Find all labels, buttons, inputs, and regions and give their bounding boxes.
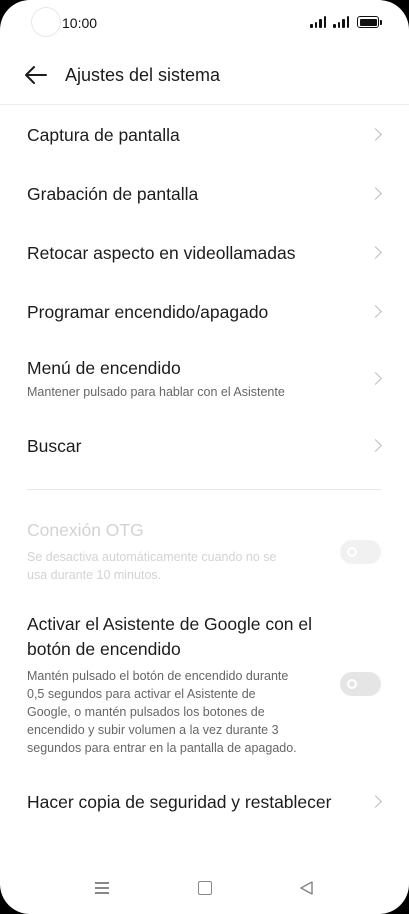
item-title: Hacer copia de seguridad y restablecer	[27, 792, 332, 812]
back-triangle-icon[interactable]	[299, 880, 315, 896]
phone-screen: 10:00 Ajustes del sistema Captura de pan…	[0, 0, 409, 914]
system-icons	[310, 14, 382, 30]
section-divider	[27, 489, 381, 490]
item-title: Grabación de pantalla	[27, 184, 199, 204]
otg-toggle[interactable]	[340, 540, 381, 564]
chevron-right-icon	[369, 128, 382, 141]
signal-icon	[333, 16, 349, 28]
settings-item-menu-encendido[interactable]: Menú de encendido Mantener pulsado para …	[0, 343, 409, 413]
settings-item-otg: Conexión OTG Se desactiva automáticament…	[0, 505, 409, 595]
item-title: Retocar aspecto en videollamadas	[27, 243, 296, 263]
item-subtitle-line: 0,5 segundos para activar el Asistente d…	[27, 687, 256, 701]
settings-item-grabacion[interactable]: Grabación de pantalla	[0, 164, 409, 223]
chevron-right-icon	[369, 246, 382, 259]
settings-item-copia-seguridad[interactable]: Hacer copia de seguridad y restablecer	[0, 770, 409, 832]
settings-item-captura[interactable]: Captura de pantalla	[0, 105, 409, 164]
page-title: Ajustes del sistema	[65, 65, 221, 85]
settings-item-asistente-google[interactable]: Activar el Asistente de Google con el bo…	[0, 600, 409, 765]
item-title: Captura de pantalla	[27, 125, 180, 145]
item-title: Buscar	[27, 436, 82, 456]
settings-item-buscar[interactable]: Buscar	[0, 413, 409, 475]
item-title: Menú de encendido	[27, 358, 181, 378]
navigation-bar	[0, 866, 409, 914]
status-bar: 10:00	[0, 0, 409, 46]
chevron-right-icon	[369, 187, 382, 200]
front-camera	[32, 8, 60, 36]
chevron-right-icon	[369, 439, 382, 452]
chevron-right-icon	[369, 795, 382, 808]
item-subtitle-line: Mantén pulsado el botón de encendido dur…	[27, 669, 289, 683]
settings-item-programar[interactable]: Programar encendido/apagado	[0, 282, 409, 341]
arrow-left-icon[interactable]	[24, 64, 48, 86]
item-subtitle-line: usa durante 10 minutos.	[27, 568, 162, 582]
status-time: 10:00	[62, 15, 98, 31]
battery-icon	[357, 16, 382, 28]
item-subtitle-line: Google, o mantén pulsados los botones de	[27, 705, 265, 719]
item-subtitle-line: Se desactiva automáticamente cuando no s…	[27, 550, 277, 564]
item-title: Conexión OTG	[27, 520, 144, 540]
app-header: Ajustes del sistema	[0, 46, 409, 105]
item-subtitle-line: encendido y subir volumen a la vez duran…	[27, 723, 279, 737]
item-title-line: Activar el Asistente de Google con el	[27, 614, 313, 634]
settings-item-retocar[interactable]: Retocar aspecto en videollamadas	[0, 223, 409, 282]
item-title-line: botón de encendido	[27, 639, 181, 659]
chevron-right-icon	[369, 372, 382, 385]
item-subtitle: Mantener pulsado para hablar con el Asis…	[27, 385, 285, 399]
signal-icon	[310, 16, 326, 28]
home-icon[interactable]	[198, 881, 212, 895]
item-subtitle-line: segundos para entrar en la pantalla de a…	[27, 741, 297, 755]
asistente-toggle[interactable]	[340, 672, 381, 696]
item-title: Programar encendido/apagado	[27, 302, 269, 322]
menu-icon[interactable]	[95, 882, 109, 894]
chevron-right-icon	[369, 305, 382, 318]
